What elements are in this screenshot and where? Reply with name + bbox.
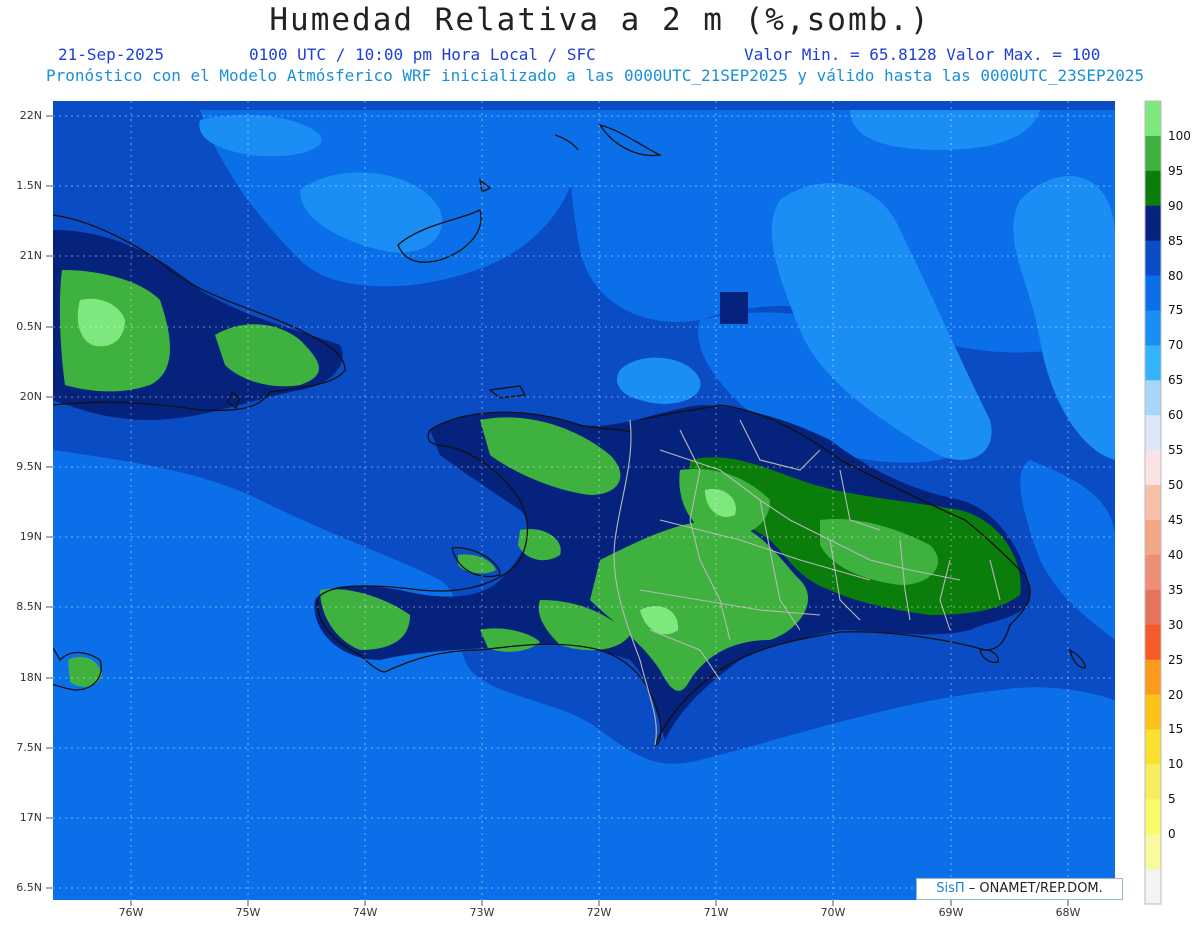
colorbar-swatch [1145, 694, 1161, 730]
colorbar-swatch [1145, 519, 1161, 556]
lat-label: 1.5N [16, 179, 42, 192]
colorbar-swatch [1145, 729, 1161, 765]
colorbar-label: 10 [1168, 757, 1184, 772]
lon-label: 76W [118, 906, 144, 919]
colorbar-swatch [1145, 345, 1161, 381]
lat-label: 9.5N [16, 460, 42, 473]
humidity-map [46, 100, 1162, 906]
lat-label: 19N [19, 530, 42, 543]
lat-label: 8.5N [16, 600, 42, 613]
colorbar-swatch [1145, 380, 1161, 416]
colorbar-label: 75 [1168, 303, 1184, 318]
lon-label: 75W [235, 906, 261, 919]
colorbar-swatch [1145, 554, 1161, 591]
colorbar-label: 25 [1168, 652, 1184, 667]
colorbar-label: 40 [1168, 547, 1184, 562]
lat-label: 18N [19, 671, 42, 684]
credit-text: – ONAMET/REP.DOM. [964, 881, 1103, 896]
lat-label: 0.5N [16, 320, 42, 333]
credit-box: SisΠ – ONAMET/REP.DOM. [916, 878, 1123, 900]
lon-label: 68W [1055, 906, 1081, 919]
colorbar-swatch [1145, 101, 1161, 137]
colorbar-label: 0 [1168, 827, 1176, 842]
lon-label: 70W [820, 906, 846, 919]
colorbar-swatch [1145, 415, 1161, 451]
lat-label: 7.5N [16, 741, 42, 754]
lat-label: 21N [19, 249, 42, 262]
colorbar-label: 85 [1168, 233, 1184, 248]
colorbar-label: 55 [1168, 443, 1184, 458]
colorbar-label: 45 [1168, 512, 1184, 527]
colorbar-swatch [1145, 170, 1161, 207]
colorbar-label: 5 [1168, 792, 1176, 807]
colorbar-swatch [1145, 135, 1161, 172]
colorbar-label: 100 [1168, 128, 1191, 143]
colorbar-swatch [1145, 589, 1161, 626]
colorbar-swatch [1145, 205, 1161, 242]
colorbar-label: 95 [1168, 163, 1184, 178]
lon-label: 72W [586, 906, 612, 919]
lat-label: 17N [19, 811, 42, 824]
lat-label: 6.5N [16, 881, 42, 894]
colorbar-swatch [1145, 485, 1161, 521]
colorbar-swatch [1145, 834, 1161, 870]
lat-label: 20N [19, 390, 42, 403]
colorbar-label: 65 [1168, 373, 1184, 388]
colorbar-swatch [1145, 240, 1161, 277]
colorbar-swatch [1145, 450, 1161, 486]
colorbar-swatch [1145, 869, 1161, 905]
colorbar-label: 35 [1168, 582, 1184, 597]
lon-label: 74W [352, 906, 378, 919]
humidity-band-85 [720, 292, 748, 324]
colorbar-label: 90 [1168, 198, 1184, 213]
colorbar-swatch [1145, 764, 1161, 800]
credit-brand: SisΠ [936, 881, 965, 896]
colorbar-label: 30 [1168, 617, 1184, 632]
colorbar-swatch [1145, 659, 1161, 696]
lon-label: 69W [938, 906, 964, 919]
lon-label: 71W [703, 906, 729, 919]
colorbar-swatch [1145, 275, 1161, 311]
colorbar-label: 70 [1168, 338, 1184, 353]
colorbar-swatch [1145, 310, 1161, 346]
colorbar-label: 15 [1168, 722, 1184, 737]
colorbar-swatch [1145, 624, 1161, 661]
colorbar-label: 50 [1168, 478, 1184, 493]
colorbar-label: 80 [1168, 268, 1184, 283]
colorbar-label: 20 [1168, 687, 1184, 702]
colorbar-swatch [1145, 799, 1161, 835]
colorbar [1144, 100, 1162, 905]
lon-label: 73W [469, 906, 495, 919]
lat-label: 22N [19, 109, 42, 122]
colorbar-label: 60 [1168, 408, 1184, 423]
